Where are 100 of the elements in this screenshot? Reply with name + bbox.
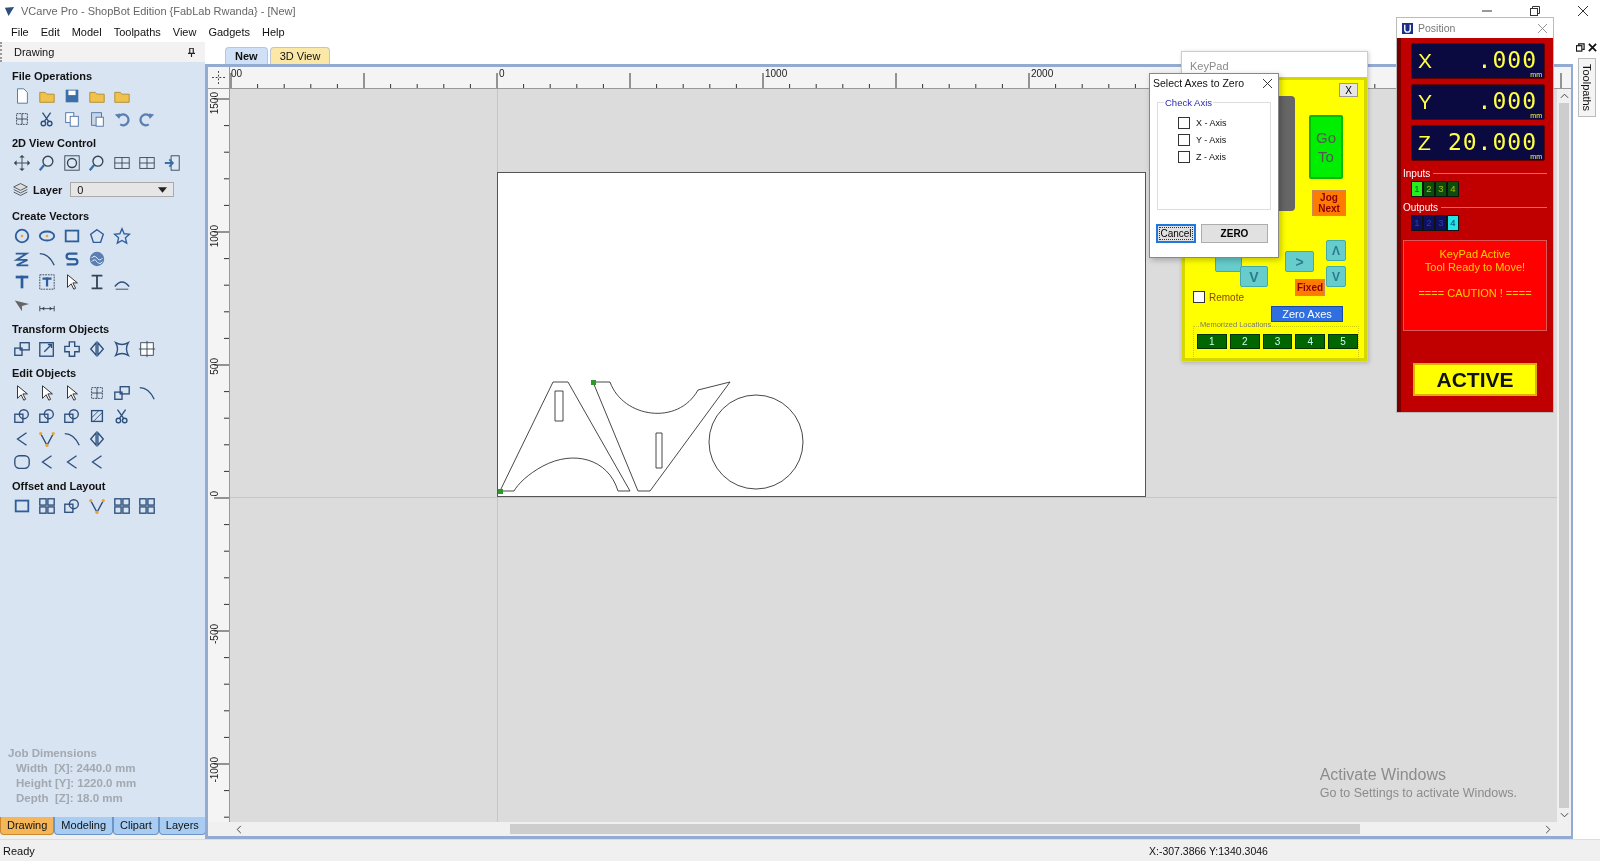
star-icon[interactable] bbox=[113, 227, 131, 245]
scroll-down-icon[interactable] bbox=[1559, 812, 1569, 818]
axis-checkbox[interactable] bbox=[1178, 151, 1190, 163]
io-indicator: 1 bbox=[1411, 215, 1423, 231]
zoom-box-icon[interactable] bbox=[63, 154, 81, 172]
app-badge-icon bbox=[1402, 22, 1413, 34]
layer-dropdown[interactable]: 0 bbox=[70, 182, 175, 197]
arc-icon[interactable] bbox=[38, 250, 56, 268]
scroll-thumb[interactable] bbox=[1559, 103, 1569, 808]
axis-checkbox[interactable] bbox=[1178, 117, 1190, 129]
memorized-location-button[interactable]: 3 bbox=[1262, 334, 1293, 349]
squares-icon[interactable] bbox=[13, 340, 31, 358]
menu-item[interactable]: Edit bbox=[35, 26, 67, 38]
cross-icon[interactable] bbox=[63, 340, 81, 358]
memorized-location-button[interactable]: 5 bbox=[1328, 334, 1358, 349]
arc-icon[interactable] bbox=[63, 430, 81, 448]
section-title: Create Vectors bbox=[12, 210, 91, 222]
grid-icon[interactable] bbox=[138, 497, 156, 515]
axis-value: 20.000 bbox=[1447, 129, 1537, 155]
text-tool-icon[interactable] bbox=[13, 273, 31, 291]
pin-icon[interactable] bbox=[188, 47, 195, 57]
squares-icon[interactable] bbox=[113, 384, 131, 402]
memorized-location-button[interactable]: 4 bbox=[1295, 334, 1326, 349]
close-icon[interactable] bbox=[1578, 6, 1588, 16]
restore-icon[interactable] bbox=[1530, 6, 1540, 16]
panel-tab[interactable]: Layers bbox=[158, 817, 206, 835]
menu-item[interactable]: Model bbox=[66, 26, 109, 38]
menu-item[interactable]: Gadgets bbox=[203, 26, 257, 38]
shapes-icon[interactable] bbox=[38, 407, 56, 425]
circle-icon[interactable] bbox=[13, 227, 31, 245]
panel-tab[interactable]: Clipart bbox=[113, 817, 159, 835]
scissors-icon[interactable] bbox=[113, 407, 131, 425]
memorized-location-button[interactable]: 2 bbox=[1229, 334, 1260, 349]
shapes-icon[interactable] bbox=[63, 407, 81, 425]
rectangle-icon[interactable] bbox=[13, 497, 31, 515]
rounded-square-icon[interactable] bbox=[13, 453, 31, 471]
menu-item[interactable]: File bbox=[6, 26, 36, 38]
scroll-right-icon[interactable] bbox=[1545, 824, 1551, 834]
copy-icon[interactable] bbox=[63, 110, 81, 128]
panel-tab[interactable]: Modeling bbox=[54, 817, 113, 835]
jog-next-button[interactable]: Jog Next bbox=[1312, 190, 1346, 216]
io-indicator: 2 bbox=[1423, 215, 1435, 231]
undo-icon[interactable] bbox=[113, 110, 131, 128]
curve-icon[interactable] bbox=[63, 250, 81, 268]
scissors-icon[interactable] bbox=[38, 110, 56, 128]
magnifier-icon[interactable] bbox=[38, 154, 56, 172]
selection-frame-icon[interactable] bbox=[88, 384, 106, 402]
section-title: Offset and Layout bbox=[12, 480, 107, 492]
memorized-location-button[interactable]: 1 bbox=[1197, 334, 1227, 349]
menu-item[interactable]: View bbox=[167, 26, 204, 38]
arc-icon[interactable] bbox=[138, 384, 156, 402]
rectangle-icon[interactable] bbox=[63, 227, 81, 245]
nodes-icon[interactable] bbox=[38, 430, 56, 448]
distort-icon[interactable] bbox=[113, 340, 131, 358]
scroll-left-icon[interactable] bbox=[236, 824, 242, 834]
side-tab[interactable]: Toolpaths bbox=[1577, 58, 1596, 118]
shapes-icon[interactable] bbox=[63, 497, 81, 515]
zero-button[interactable]: ZERO bbox=[1201, 224, 1268, 243]
redo-icon[interactable] bbox=[138, 110, 156, 128]
panel-icon[interactable] bbox=[113, 154, 131, 172]
close-icon[interactable] bbox=[1263, 78, 1272, 88]
close-icon[interactable] bbox=[1588, 43, 1597, 52]
fixed-button[interactable]: Fixed bbox=[1295, 279, 1325, 296]
panel-tab[interactable]: Drawing bbox=[0, 817, 55, 835]
go-to-button[interactable]: Go To bbox=[1309, 115, 1343, 179]
hatched-square-icon[interactable] bbox=[88, 407, 106, 425]
pentagon-icon[interactable] bbox=[88, 227, 106, 245]
wave-icon[interactable] bbox=[88, 250, 106, 268]
axis-checkbox[interactable] bbox=[1178, 134, 1190, 146]
message-line: KeyPad Active bbox=[1438, 248, 1512, 261]
magnifier-icon[interactable] bbox=[88, 154, 106, 172]
nodes-icon[interactable] bbox=[88, 497, 106, 515]
keypad-close-button[interactable]: X bbox=[1339, 83, 1358, 97]
clipboard-icon[interactable] bbox=[88, 110, 106, 128]
scroll-up-icon[interactable] bbox=[1559, 93, 1569, 99]
restore-icon[interactable] bbox=[1576, 43, 1585, 52]
scroll-thumb[interactable] bbox=[510, 824, 1360, 834]
move-arrows-icon[interactable] bbox=[13, 154, 31, 172]
panel-icon[interactable] bbox=[138, 154, 156, 172]
group-label: Check Axis bbox=[1164, 97, 1213, 108]
target-icon[interactable] bbox=[138, 340, 156, 358]
selection-frame-icon[interactable] bbox=[13, 110, 31, 128]
mirror-icon[interactable] bbox=[88, 340, 106, 358]
mirror-icon[interactable] bbox=[88, 430, 106, 448]
remote-checkbox[interactable] bbox=[1193, 291, 1205, 303]
grid-icon[interactable] bbox=[38, 497, 56, 515]
grid-icon[interactable] bbox=[113, 497, 131, 515]
shapes-icon[interactable] bbox=[13, 407, 31, 425]
menu-item[interactable]: Toolpaths bbox=[108, 26, 168, 38]
polyline-icon[interactable] bbox=[13, 250, 31, 268]
text-frame-icon[interactable] bbox=[38, 273, 56, 291]
view-tab[interactable]: 3D View bbox=[269, 47, 331, 64]
menu-item[interactable]: Help bbox=[257, 26, 292, 38]
panel-arrow-icon[interactable] bbox=[163, 154, 181, 172]
cancel-button[interactable]: Cancel bbox=[1156, 224, 1196, 243]
view-tab[interactable]: New bbox=[225, 47, 268, 64]
status-text: Ready bbox=[2, 844, 36, 857]
panel-title: Drawing bbox=[14, 46, 55, 58]
job-dimension-line: Height [Y]: 1220.0 mm bbox=[15, 777, 138, 789]
zero-axes-button[interactable]: Zero Axes bbox=[1271, 306, 1343, 322]
